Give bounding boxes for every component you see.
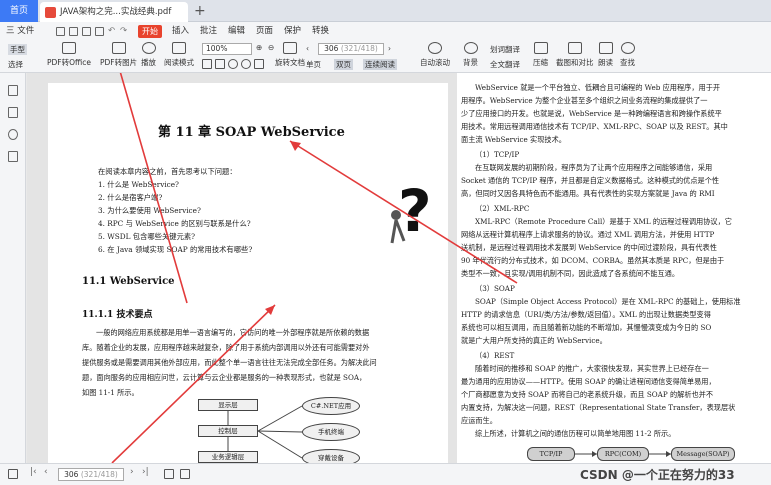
page-current: 306 [324,44,339,53]
pdf-to-office-icon [62,42,76,54]
tab-document-label: JAVA架构之完...实战经典.pdf [60,7,172,17]
last-page-icon[interactable]: ›| [142,467,149,477]
page-number-input[interactable]: 306 (321/418) [318,43,384,55]
read-aloud-icon [598,42,613,54]
pdf-to-image-label: PDF转图片 [100,58,138,67]
play-button[interactable]: 播放 [141,42,156,68]
redo-icon[interactable]: ↷ [120,22,127,41]
status-page-current: 306 [64,470,79,479]
find-label: 查找 [620,58,635,67]
hand-tool-button[interactable]: 手型 [8,44,27,55]
tab-comment[interactable]: 批注 [200,22,217,41]
read-aloud-label: 朗读 [598,58,613,67]
open-icon[interactable] [56,27,65,36]
pdf-to-office-button[interactable]: PDF转Office [47,42,91,68]
thumbnails-icon[interactable] [8,85,18,96]
tab-insert[interactable]: 插入 [172,22,189,41]
csdn-watermark: CSDN @一个正在努力的33 [580,468,735,482]
tab-convert[interactable]: 转换 [312,22,329,41]
flow-arrows [575,451,671,457]
fullscreen-icon[interactable] [180,469,190,479]
play-icon [141,42,156,54]
background-button[interactable]: 背景 [463,42,478,68]
sidebar-toggle-icon[interactable] [8,469,18,479]
new-tab-button[interactable]: + [194,2,206,20]
read-mode-label: 阅读模式 [164,58,194,67]
tab-edit[interactable]: 编辑 [228,22,245,41]
page-total: (321/418) [340,44,378,53]
auto-scroll-label: 自动滚动 [420,58,450,67]
first-page-icon[interactable]: |‹ [30,467,37,477]
status-page-input[interactable]: 306 (321/418) [58,468,124,481]
status-bar: |‹ ‹ 306 (321/418) › ›| CSDN @一个正在努力的33 [0,463,771,485]
status-page-total: (321/418) [80,470,118,479]
read-mode-button[interactable]: 阅读模式 [164,42,194,68]
prev-page-icon[interactable]: ‹ [306,44,309,53]
next-page-icon[interactable]: › [388,44,391,53]
read-aloud-button[interactable]: 朗读 [598,42,613,68]
single-page-button[interactable]: 单页 [306,59,321,70]
ribbon-toolbar: 手型 选择 PDF转Office PDF转图片 播放 阅读模式 100% ⊕ ⊖… [0,41,771,73]
tab-bar: 首页 JAVA架构之完...实战经典.pdf × + [0,0,771,22]
rotate-doc-button[interactable]: 旋转文档 [275,42,305,68]
auto-scroll-icon [428,42,442,54]
translate-full-button[interactable]: 全文翻译 [490,59,520,70]
screenshot-compare-label: 截图和对比 [556,58,594,67]
attachment-icon[interactable] [8,129,18,140]
tab-start[interactable]: 开始 [138,25,162,38]
pdf-to-image-button[interactable]: PDF转图片 [100,42,137,68]
pdf-page-left: 第 11 章 SOAP WebService 在阅读本章内容之前，首先思考以下问… [48,83,448,463]
rotate-left-icon[interactable] [228,59,238,69]
compress-button[interactable]: 压缩 [533,42,548,68]
export-icon[interactable] [95,27,104,36]
fit-page-icon[interactable] [202,59,212,69]
annotation-icon[interactable] [8,151,18,162]
search-icon [620,42,635,54]
play-label: 播放 [141,58,156,67]
left-sidebar [0,73,26,463]
save-icon[interactable] [69,27,78,36]
select-tool-button[interactable]: 选择 [8,59,23,70]
fit-icon[interactable] [164,469,174,479]
zoom-select[interactable]: 100% [202,43,252,55]
tab-page[interactable]: 页面 [256,22,273,41]
screenshot-compare-button[interactable]: 截图和对比 [556,42,594,68]
double-page-button[interactable]: 双页 [334,59,353,70]
tab-protect[interactable]: 保护 [284,22,301,41]
background-icon [463,42,478,54]
rotate-doc-icon [283,42,297,54]
find-button[interactable]: 查找 [620,42,635,68]
compress-label: 压缩 [533,58,548,67]
auto-scroll-button[interactable]: 自动滚动 [420,42,450,68]
rotate-right-icon[interactable] [241,59,251,69]
zoom-out-icon[interactable]: ⊖ [268,43,274,52]
fit-width-icon[interactable] [215,59,225,69]
pdf-to-image-icon [111,42,126,54]
document-view[interactable]: 第 11 章 SOAP WebService 在阅读本章内容之前，首先思考以下问… [27,73,771,463]
menu-bar: 三 文件 ↶ ↷ 开始 插入 批注 编辑 页面 保护 转换 [0,22,771,41]
prev-page-status-icon[interactable]: ‹ [44,467,48,477]
diagram-connectors [227,405,303,459]
pdf-reader-window: 首页 JAVA架构之完...实战经典.pdf × + 三 文件 ↶ ↷ 开始 插… [0,0,771,485]
translate-word-button[interactable]: 划词翻译 [490,44,520,55]
background-label: 背景 [463,58,478,67]
rotate-doc-label: 旋转文档 [275,58,305,67]
screenshot-compare-icon [567,42,582,54]
compress-icon [533,42,548,54]
file-menu[interactable]: 三 文件 [6,22,34,41]
bookmark-icon[interactable] [8,107,18,118]
pdf-file-icon [45,7,56,18]
continuous-read-button[interactable]: 连续阅读 [363,59,397,70]
zoom-in-icon[interactable]: ⊕ [256,43,262,52]
tab-home[interactable]: 首页 [0,0,38,22]
pdf-to-office-label: PDF转Office [47,58,92,67]
next-page-status-icon[interactable]: › [130,467,134,477]
undo-icon[interactable]: ↶ [108,22,115,41]
read-mode-icon [172,42,186,54]
pdf-page-right: WebService 就是一个平台独立、低耦合且可编程的 Web 应用程序，用于… [457,73,771,463]
tab-document[interactable]: JAVA架构之完...实战经典.pdf × [40,2,188,22]
print-icon[interactable] [82,27,91,36]
crop-icon[interactable] [254,59,264,69]
